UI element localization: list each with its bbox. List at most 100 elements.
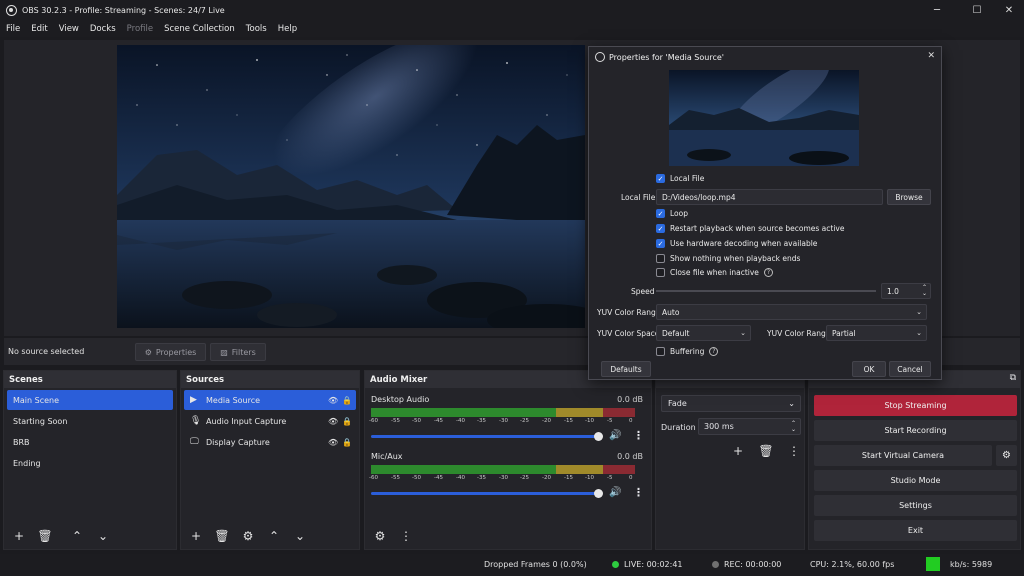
yuv-space-select[interactable]: Default ⌄: [656, 325, 751, 341]
speaker-icon[interactable]: 🔊: [609, 430, 621, 441]
preview-canvas[interactable]: [117, 45, 585, 328]
menu-docks[interactable]: Docks: [90, 24, 116, 34]
buffering-checkbox[interactable]: Buffering ?: [656, 347, 719, 356]
mixer-menu-icon[interactable]: ⋮: [396, 526, 416, 546]
duration-input[interactable]: 300 ms ⌃ ⌄: [698, 418, 801, 435]
restart-playback-checkbox[interactable]: ✓ Restart playback when source becomes a…: [656, 224, 844, 233]
ok-button[interactable]: OK: [852, 361, 886, 377]
eye-icon[interactable]: 👁: [328, 396, 342, 405]
menu-scene-collection[interactable]: Scene Collection: [164, 24, 235, 34]
obs-logo-icon: [6, 4, 17, 16]
transition-menu-icon[interactable]: ⋮: [784, 441, 804, 461]
cancel-button[interactable]: Cancel: [889, 361, 931, 377]
dock-float-icon[interactable]: ⧉: [1010, 373, 1016, 383]
scene-item[interactable]: BRB: [7, 432, 173, 452]
sources-toolbar: + 🗑 ⚙ ⌃ ⌄: [181, 523, 359, 549]
checkbox-on-icon: ✓: [656, 239, 665, 248]
add-transition-icon[interactable]: +: [728, 441, 748, 461]
advanced-audio-icon[interactable]: ⚙: [370, 526, 390, 546]
lock-icon[interactable]: 🔒: [342, 417, 356, 426]
microphone-icon: 🎙: [190, 416, 202, 426]
virtual-camera-settings-icon[interactable]: ⚙: [996, 445, 1017, 466]
remove-scene-icon[interactable]: 🗑: [35, 526, 55, 546]
yuv-color-range-select[interactable]: Partial ⌄: [826, 325, 927, 341]
close-file-checkbox[interactable]: Close file when inactive ?: [656, 268, 773, 277]
properties-dialog: Properties for 'Media Source' ✕ ✓ Local …: [588, 46, 942, 380]
monitor-icon: 🖵: [190, 437, 199, 447]
menu-file[interactable]: File: [6, 24, 20, 34]
menu-profile[interactable]: Profile: [127, 24, 153, 34]
close-button[interactable]: ✕: [992, 0, 1024, 20]
eye-icon[interactable]: 👁: [328, 417, 342, 426]
local-file-checkbox[interactable]: ✓ Local File: [656, 174, 704, 183]
browse-button[interactable]: Browse: [887, 189, 931, 205]
loop-checkbox[interactable]: ✓ Loop: [656, 209, 688, 218]
volume-slider[interactable]: [371, 432, 603, 441]
menu-tools[interactable]: Tools: [246, 24, 267, 34]
hardware-decoding-checkbox[interactable]: ✓ Use hardware decoding when available: [656, 239, 817, 248]
add-source-icon[interactable]: +: [186, 526, 206, 546]
minimize-button[interactable]: ─: [920, 0, 954, 20]
source-item-audio[interactable]: 🎙 Audio Input Capture 👁 🔒: [184, 411, 356, 431]
scene-item[interactable]: Ending: [7, 453, 173, 473]
settings-button[interactable]: Settings: [814, 495, 1017, 516]
properties-button[interactable]: ⚙ Properties: [135, 343, 206, 361]
lock-icon[interactable]: 🔒: [342, 438, 356, 447]
remove-source-icon[interactable]: 🗑: [212, 526, 232, 546]
stepper-icon[interactable]: ⌃ ⌄: [922, 285, 927, 297]
help-icon[interactable]: ?: [709, 347, 719, 356]
eye-icon[interactable]: 👁: [328, 438, 342, 447]
remove-transition-icon[interactable]: 🗑: [756, 441, 776, 461]
move-up-icon[interactable]: ⌃: [264, 526, 284, 546]
help-icon[interactable]: ?: [763, 268, 773, 277]
move-down-icon[interactable]: ⌄: [93, 526, 113, 546]
studio-mode-button[interactable]: Studio Mode: [814, 470, 1017, 491]
menu-view[interactable]: View: [59, 24, 79, 34]
filters-button[interactable]: ▨ Filters: [210, 343, 266, 361]
source-item-media[interactable]: ▶ Media Source 👁 🔒: [184, 390, 356, 410]
scene-item[interactable]: Starting Soon: [7, 411, 173, 431]
scene-transitions-dock: Fade ⌄ Duration 300 ms ⌃ ⌄ + 🗑 ⋮: [655, 370, 805, 550]
menu-edit[interactable]: Edit: [31, 24, 47, 34]
dialog-preview-image: [669, 70, 859, 166]
audio-mixer-dock: Audio Mixer Desktop Audio 0.0 dB -60 -55…: [364, 370, 652, 550]
speed-label: Speed: [631, 287, 655, 296]
maximize-button[interactable]: ☐: [960, 0, 994, 20]
stop-streaming-button[interactable]: Stop Streaming: [814, 395, 1017, 416]
more-options-icon[interactable]: ⋮: [633, 486, 644, 499]
speed-input[interactable]: 1.0 ⌃ ⌄: [881, 283, 931, 299]
speaker-icon[interactable]: 🔊: [609, 487, 621, 498]
filters-button-label: Filters: [231, 347, 256, 357]
speed-slider[interactable]: [656, 290, 876, 292]
move-up-icon[interactable]: ⌃: [67, 526, 87, 546]
more-options-icon[interactable]: ⋮: [633, 429, 644, 442]
defaults-button[interactable]: Defaults: [601, 361, 651, 377]
volume-slider-handle[interactable]: [594, 489, 603, 498]
lock-icon[interactable]: 🔒: [342, 396, 356, 405]
status-bar: Dropped Frames 0 (0.0%) LIVE: 00:02:41 R…: [0, 554, 1024, 576]
add-scene-icon[interactable]: +: [9, 526, 29, 546]
scenes-toolbar: + 🗑 ⌃ ⌄: [4, 523, 176, 549]
volume-slider[interactable]: [371, 489, 603, 498]
source-item-display[interactable]: 🖵 Display Capture 👁 🔒: [184, 432, 356, 452]
local-file-input[interactable]: D:/Videos/loop.mp4: [656, 189, 883, 205]
start-recording-button[interactable]: Start Recording: [814, 420, 1017, 441]
channel-db: 0.0 dB: [617, 452, 643, 461]
yuv-range-select[interactable]: Auto ⌄: [656, 304, 927, 320]
scene-item[interactable]: Main Scene: [7, 390, 173, 410]
stepper-icon[interactable]: ⌃ ⌄: [791, 420, 796, 433]
checkbox-off-icon: [656, 268, 665, 277]
menu-help[interactable]: Help: [278, 24, 297, 34]
transition-select[interactable]: Fade ⌄: [661, 395, 801, 412]
volume-slider-handle[interactable]: [594, 432, 603, 441]
exit-button[interactable]: Exit: [814, 520, 1017, 541]
volume-meter: [371, 408, 635, 417]
show-nothing-checkbox[interactable]: Show nothing when playback ends: [656, 254, 800, 263]
source-settings-icon[interactable]: ⚙: [238, 526, 258, 546]
start-virtual-camera-button[interactable]: Start Virtual Camera: [814, 445, 992, 466]
dialog-close-icon[interactable]: ✕: [927, 51, 935, 61]
play-icon: ▶: [190, 395, 197, 405]
scenes-dock: Scenes Main Scene Starting Soon BRB Endi…: [3, 370, 177, 550]
channel-name: Desktop Audio: [371, 395, 430, 404]
move-down-icon[interactable]: ⌄: [290, 526, 310, 546]
